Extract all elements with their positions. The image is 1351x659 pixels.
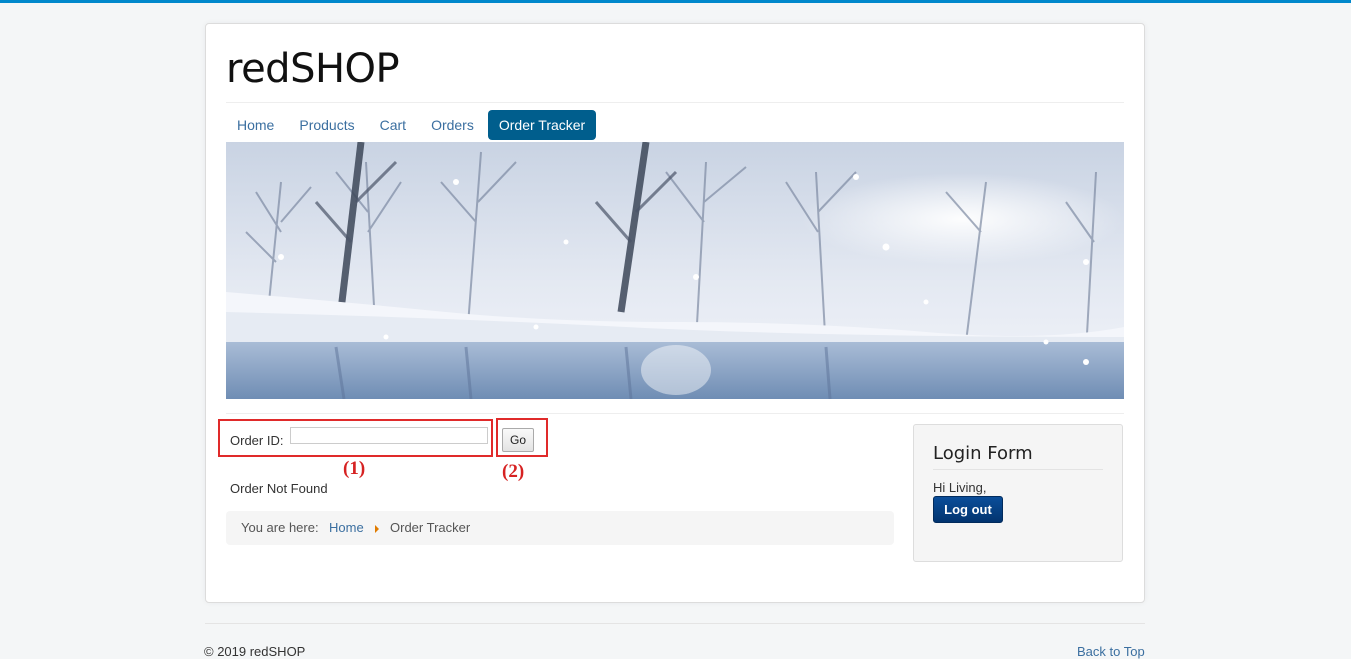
nav-item-cart[interactable]: Cart <box>369 110 417 140</box>
breadcrumb-separator-icon <box>375 525 379 533</box>
nav-item-products[interactable]: Products <box>288 110 365 140</box>
login-greeting: Hi Living, <box>933 480 987 495</box>
content-divider <box>226 413 1124 414</box>
breadcrumb-prefix: You are here: <box>241 520 319 535</box>
login-divider <box>933 469 1103 470</box>
nav-item-home[interactable]: Home <box>226 110 285 140</box>
annotation-label-2: (2) <box>502 461 525 482</box>
order-id-label: Order ID: <box>230 433 284 448</box>
main-menu: Home Products Cart Orders Order Tracker <box>226 110 599 140</box>
logout-button[interactable]: Log out <box>933 496 1003 523</box>
winter-banner-image <box>226 142 1124 399</box>
footer-divider <box>205 623 1145 624</box>
breadcrumb-item-current: Order Tracker <box>390 520 471 535</box>
breadcrumb-item-home[interactable]: Home <box>329 511 364 545</box>
top-accent-bar <box>0 0 1351 3</box>
login-module: Login Form Hi Living, Log out <box>913 424 1123 562</box>
header-divider <box>226 102 1124 103</box>
order-id-input[interactable] <box>290 427 488 444</box>
login-title: Login Form <box>933 443 1033 464</box>
breadcrumb: You are here: Home Order Tracker <box>226 511 894 545</box>
nav-item-orders[interactable]: Orders <box>420 110 485 140</box>
annotation-label-1: (1) <box>343 458 366 479</box>
go-button[interactable]: Go <box>502 428 534 452</box>
page-container: redSHOP Home Products Cart Orders Order … <box>205 23 1145 603</box>
order-status-text: Order Not Found <box>230 481 328 496</box>
nav-item-order-tracker[interactable]: Order Tracker <box>487 110 597 140</box>
site-title: redSHOP <box>226 46 400 92</box>
